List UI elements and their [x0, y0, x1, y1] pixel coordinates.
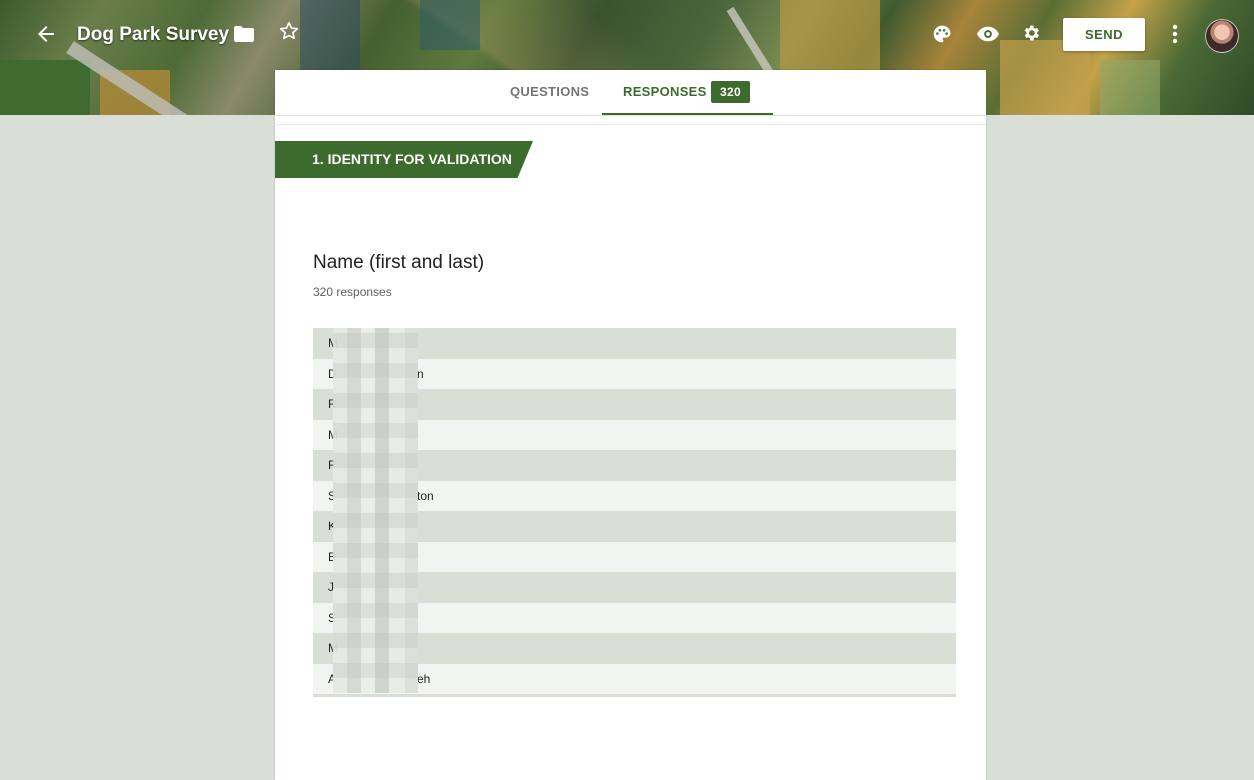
- divider: [275, 124, 986, 125]
- top-bar: Dog Park Survey SEND: [0, 0, 1254, 70]
- avatar[interactable]: [1205, 19, 1239, 53]
- tab-questions[interactable]: QUESTIONS: [510, 70, 589, 115]
- responses-count-badge: 320: [711, 81, 750, 103]
- back-arrow-icon[interactable]: [34, 22, 58, 46]
- eye-icon[interactable]: [977, 26, 999, 42]
- gear-icon[interactable]: [1021, 23, 1041, 43]
- tab-bar: QUESTIONS RESPONSES 320: [275, 70, 986, 116]
- section-title: 1. IDENTITY FOR VALIDATION: [312, 151, 512, 167]
- row-tail: eh: [417, 671, 431, 686]
- send-button[interactable]: SEND: [1063, 18, 1145, 51]
- redaction-blur: [333, 328, 418, 693]
- more-vert-icon[interactable]: [1169, 22, 1181, 46]
- row-tail: ton: [417, 488, 434, 503]
- question-title: Name (first and last): [313, 252, 485, 273]
- tab-responses-label: RESPONSES: [623, 84, 707, 99]
- star-icon[interactable]: [278, 20, 300, 42]
- response-count: 320 responses: [313, 285, 392, 299]
- form-title[interactable]: Dog Park Survey: [77, 24, 229, 46]
- folder-icon[interactable]: [234, 26, 254, 42]
- form-card: QUESTIONS RESPONSES 320 1. IDENTITY FOR …: [275, 70, 986, 780]
- row-tail: n: [417, 366, 424, 381]
- tab-responses[interactable]: RESPONSES 320: [602, 70, 773, 115]
- section-header: 1. IDENTITY FOR VALIDATION: [275, 141, 533, 178]
- palette-icon[interactable]: [932, 24, 952, 44]
